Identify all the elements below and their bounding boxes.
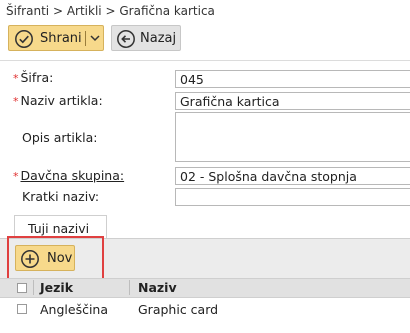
opis-textarea[interactable]: [175, 112, 410, 162]
save-button[interactable]: Shrani: [8, 25, 104, 51]
column-separator: [33, 280, 34, 295]
arrow-left-circle-icon: [116, 29, 136, 52]
save-button-label: Shrani: [40, 31, 82, 46]
column-separator: [129, 280, 130, 295]
sifra-label: * Šifra:: [13, 70, 54, 85]
kratki-label: Kratki naziv:: [22, 189, 100, 204]
naziv-label: * Naziv artikla:: [13, 93, 103, 108]
column-header-naziv[interactable]: Naziv: [138, 280, 177, 295]
breadcrumb-item-artikli[interactable]: Artikli: [67, 4, 102, 18]
naziv-field[interactable]: Grafična kartica: [175, 92, 410, 110]
sifra-field[interactable]: 045: [175, 70, 410, 88]
breadcrumb-separator: >: [52, 4, 63, 18]
breadcrumb-item-current: Grafična kartica: [119, 4, 215, 18]
back-button[interactable]: Nazaj: [111, 25, 181, 51]
required-marker: *: [13, 72, 19, 85]
required-marker: *: [13, 95, 19, 108]
back-button-label: Nazaj: [140, 31, 177, 46]
divider: [0, 60, 410, 61]
davcna-select[interactable]: 02 - Splošna davčna stopnja: [175, 167, 410, 185]
davcna-label[interactable]: * Davčna skupina:: [13, 168, 124, 183]
breadcrumb: Šifranti > Artikli > Grafična kartica: [6, 4, 215, 18]
button-separator: [85, 31, 86, 46]
breadcrumb-item-sifranti[interactable]: Šifranti: [6, 4, 49, 18]
kratki-field[interactable]: [175, 188, 410, 206]
breadcrumb-separator: >: [105, 4, 116, 18]
chevron-down-icon[interactable]: [89, 30, 101, 49]
required-marker: *: [13, 170, 19, 183]
highlight-box: [7, 236, 104, 282]
cell-naziv: Graphic card: [138, 302, 219, 317]
opis-label: Opis artikla:: [22, 130, 98, 145]
tab-label: Tuji nazivi: [28, 221, 90, 236]
select-all-checkbox[interactable]: [17, 283, 27, 293]
check-circle-icon: [14, 29, 34, 52]
row-checkbox[interactable]: [17, 304, 27, 314]
column-header-jezik[interactable]: Jezik: [40, 280, 73, 295]
cell-jezik: Angleščina: [40, 302, 109, 317]
